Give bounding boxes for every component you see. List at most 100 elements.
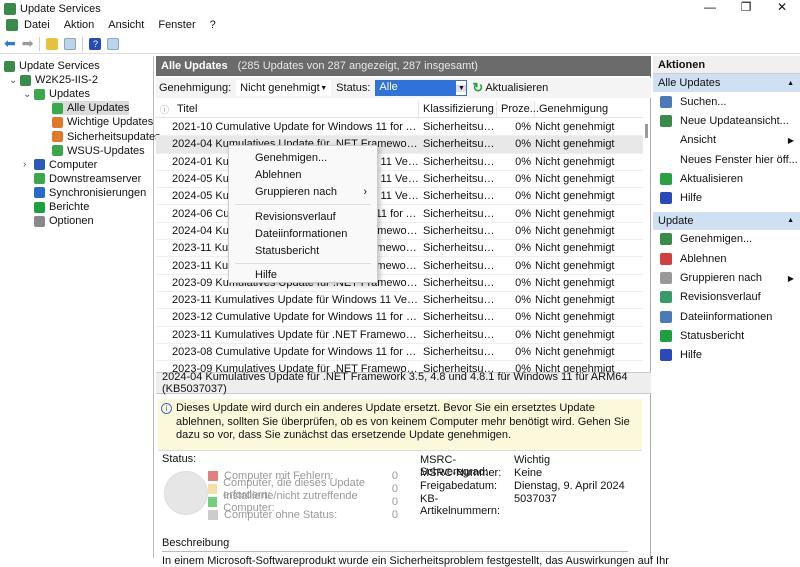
column-approval[interactable]: Genehmigung [535, 101, 643, 117]
ctx-decline[interactable]: Ablehnen [229, 166, 377, 183]
tree-item[interactable]: › Computer [23, 158, 97, 172]
maximize-button[interactable]: ❐ [728, 0, 764, 14]
action-label: Ansicht [680, 134, 717, 147]
action-item[interactable]: Gruppieren nach ▶ [653, 268, 800, 287]
tree-item[interactable]: ⌄ Updates [23, 87, 90, 101]
node-icon [52, 116, 63, 128]
refresh-button[interactable]: Aktualisieren [485, 82, 548, 94]
tree-item-label: Wichtige Updates [67, 116, 154, 129]
submenu-arrow-icon: ▶ [787, 135, 794, 145]
refresh-icon[interactable]: ↻ [472, 80, 483, 96]
table-row[interactable]: 2023-11 Kumulatives Update für Windows 1… [156, 292, 643, 310]
forward-arrow-icon[interactable]: ➡ [22, 35, 34, 52]
table-row[interactable]: 2023-12 Cumulative Update for Windows 11… [156, 309, 643, 327]
tree-item-label: Berichte [49, 201, 90, 213]
column-percent[interactable]: Proze... [497, 101, 539, 117]
action-section-header[interactable]: Update ▲ [653, 211, 800, 230]
action-item[interactable]: Hilfe [653, 188, 800, 207]
table-scrollbar[interactable] [643, 118, 651, 370]
cell-percent: 0% [515, 328, 531, 341]
tree-item[interactable]: Optionen [34, 214, 94, 228]
tree-item[interactable]: Sicherheitsupdates [52, 130, 161, 144]
menu-ansicht[interactable]: Ansicht [108, 19, 144, 31]
tree-item[interactable]: Alle Updates [52, 101, 130, 116]
filter-bar: Genehmigung: Nicht genehmigt ▼ Status: Al… [156, 78, 651, 98]
tree-item[interactable]: Update Services [4, 59, 100, 73]
menu-separator [235, 262, 371, 264]
action-item[interactable]: Aktualisieren [653, 169, 800, 188]
cell-percent: 0% [515, 224, 531, 237]
property-row: MSRC-Nummer: Keine [420, 467, 542, 479]
action-item[interactable]: Suchen... [653, 92, 800, 111]
status-label: Status: [336, 82, 371, 94]
table-row[interactable]: 2023-08 Cumulative Update for Windows 11… [156, 344, 643, 362]
legend-swatch [208, 510, 218, 520]
cell-classification: Sicherheitsupd... [423, 311, 497, 324]
status-legend-item: Computer ohne Status: 0 [208, 509, 398, 521]
action-item[interactable]: Hilfe [653, 346, 800, 365]
close-button[interactable]: ✕ [764, 0, 800, 14]
status-dropdown[interactable]: Alle ▼ [375, 80, 468, 96]
back-arrow-icon[interactable]: ⬅ [4, 35, 16, 52]
tree-item[interactable]: Downstreamserver [34, 172, 141, 186]
node-icon [34, 88, 45, 100]
column-title[interactable]: ⓘ Titel [156, 101, 419, 117]
action-label: Gruppieren nach [680, 272, 762, 285]
action-item[interactable]: Neues Fenster hier öff... [653, 150, 800, 169]
help-icon[interactable]: ? [89, 37, 102, 50]
show-hide-tree-icon[interactable] [64, 37, 77, 50]
minimize-button[interactable]: — [692, 0, 728, 14]
tree-item[interactable]: ⌄ W2K25-IIS-2 [9, 73, 98, 87]
ctx-help[interactable]: Hilfe [229, 267, 377, 284]
menu-aktion[interactable]: Aktion [64, 19, 95, 31]
cell-approval: Nicht genehmigt [535, 294, 615, 307]
menu-fenster[interactable]: Fenster [158, 19, 195, 31]
app-menu-icon[interactable] [6, 19, 18, 31]
cell-approval: Nicht genehmigt [535, 259, 615, 272]
action-item[interactable]: Ansicht ▶ [653, 131, 800, 150]
ctx-revision-history[interactable]: Revisionsverlauf [229, 208, 377, 225]
cell-approval: Nicht genehmigt [535, 138, 615, 151]
ctx-file-info[interactable]: Dateiinformationen [229, 225, 377, 242]
action-item[interactable]: Genehmigen... [653, 230, 800, 249]
action-item[interactable]: Statusbericht [653, 326, 800, 345]
ctx-approve[interactable]: Genehmigen... [229, 149, 377, 166]
cell-classification: Sicherheitsupd... [423, 346, 497, 358]
cell-approval: Nicht genehmigt [535, 224, 615, 237]
cell-title: 2021-10 Cumulative Update for Windows 11… [172, 121, 419, 134]
column-classification[interactable]: Klassifizierung [419, 101, 497, 117]
table-row[interactable]: 2021-10 Cumulative Update for Windows 11… [156, 119, 643, 137]
expander-icon[interactable]: ⌄ [23, 89, 31, 100]
cell-title: 2023-11 Kumulatives Update für .NET Fram… [172, 328, 419, 341]
action-label: Statusbericht [680, 329, 745, 342]
cell-percent: 0% [515, 294, 531, 307]
expander-icon[interactable]: › [23, 159, 26, 170]
approval-dropdown[interactable]: Nicht genehmigt ▼ [236, 80, 332, 96]
status-value: Alle [376, 81, 457, 95]
action-item[interactable]: Ablehnen [653, 249, 800, 268]
menu-bar: Datei Aktion Ansicht Fenster ? [0, 17, 800, 33]
tree-item[interactable]: Synchronisierungen [34, 186, 146, 200]
action-item[interactable]: Neue Updateansicht... [653, 111, 800, 130]
node-icon [34, 187, 45, 199]
section-title: Alle Updates [658, 77, 721, 89]
menu-datei[interactable]: Datei [24, 19, 50, 31]
show-hide-action-pane-icon[interactable] [107, 37, 120, 50]
action-item[interactable]: Revisionsverlauf [653, 288, 800, 307]
action-label: Revisionsverlauf [680, 291, 761, 304]
expander-icon[interactable]: ⌄ [9, 75, 17, 86]
ctx-group-by[interactable]: Gruppieren nach › [229, 184, 377, 201]
action-section-header[interactable]: Alle Updates ▲ [653, 74, 800, 92]
cell-classification: Sicherheitsupd... [423, 328, 497, 341]
table-row[interactable]: 2023-11 Kumulatives Update für .NET Fram… [156, 327, 643, 344]
tree-item[interactable]: WSUS-Updates [52, 144, 145, 158]
collapse-icon: ▲ [787, 79, 794, 87]
action-label: Genehmigen... [680, 233, 753, 246]
cell-percent: 0% [515, 173, 531, 186]
ctx-status-report[interactable]: Statusbericht [229, 242, 377, 259]
tree-item[interactable]: Wichtige Updates [52, 115, 153, 129]
tree-item[interactable]: Berichte [34, 200, 89, 214]
menu-help[interactable]: ? [210, 19, 216, 31]
action-item[interactable]: Dateiinformationen [653, 307, 800, 326]
up-folder-icon[interactable] [46, 37, 59, 50]
